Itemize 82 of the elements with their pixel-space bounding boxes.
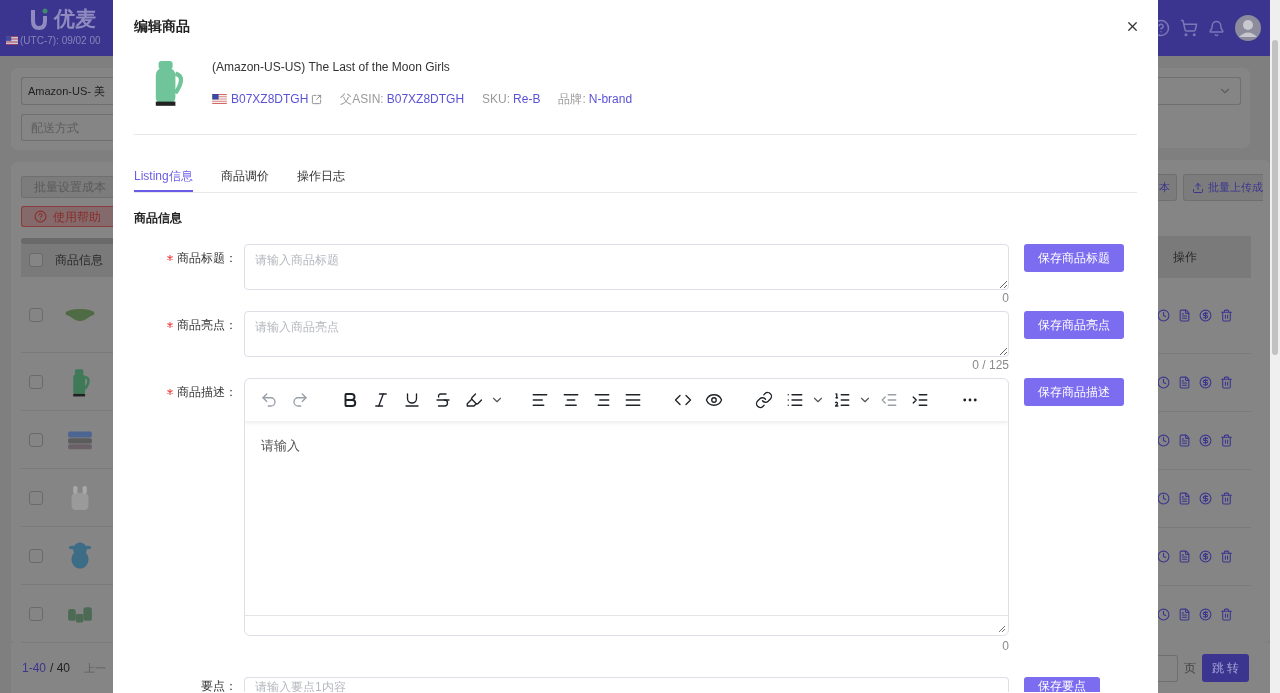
field-label: 商品描述： [177, 384, 237, 401]
jump-button[interactable]: 跳 转 [1202, 654, 1250, 682]
price-icon[interactable] [1199, 376, 1212, 389]
field-label: 要点： [201, 678, 237, 693]
logo-text: 优麦 [54, 6, 96, 32]
upload-icon [1192, 181, 1204, 194]
document-icon[interactable] [1178, 608, 1191, 621]
editor-placeholder[interactable]: 请输入 [261, 438, 300, 453]
character-counter: 0 [1002, 639, 1009, 653]
column-header: 操作 [1173, 249, 1197, 266]
delete-icon[interactable] [1220, 550, 1233, 563]
price-icon[interactable] [1199, 550, 1212, 563]
checkbox[interactable] [29, 253, 43, 268]
cart-icon[interactable] [1180, 19, 1198, 37]
input-field[interactable]: 请输入要点1内容 [244, 677, 1009, 692]
timezone-text: (UTC-7): 09/02 00 [20, 34, 101, 48]
logo-icon [30, 8, 48, 30]
delete-icon[interactable] [1220, 608, 1233, 621]
tab[interactable]: Listing信息 [134, 167, 193, 192]
text-area[interactable]: 请输入商品标题 [244, 244, 1009, 290]
meta-value-link[interactable]: B07XZ8DTGH [386, 90, 465, 108]
save-button[interactable]: 保存商品标题 [1024, 244, 1124, 272]
document-icon[interactable] [1178, 550, 1191, 563]
document-icon[interactable] [1178, 376, 1191, 389]
field-label: 商品标题： [177, 250, 237, 267]
checkbox[interactable] [29, 307, 43, 322]
tab[interactable]: 商品调价 [220, 167, 269, 192]
column-header: 商品信息 [55, 252, 103, 270]
document-icon[interactable] [1178, 492, 1191, 505]
external-link-icon[interactable] [311, 93, 323, 105]
section-title: 商品信息 [134, 210, 183, 227]
meta-label: 品牌: [558, 91, 586, 108]
checkbox[interactable] [29, 548, 43, 563]
history-icon[interactable] [1158, 376, 1170, 389]
document-icon[interactable] [1178, 434, 1191, 447]
history-icon[interactable] [1158, 492, 1170, 505]
checkbox[interactable] [29, 432, 43, 447]
history-icon[interactable] [1158, 309, 1170, 322]
delete-icon[interactable] [1220, 309, 1233, 322]
batch-cost-button[interactable]: 本 [1158, 174, 1177, 201]
delete-icon[interactable] [1220, 492, 1233, 505]
text-area[interactable]: 请输入商品亮点 [244, 311, 1009, 357]
delete-icon[interactable] [1220, 434, 1233, 447]
us-flag-icon [212, 94, 227, 104]
history-icon[interactable] [1158, 434, 1170, 447]
dialog-title: 编辑商品 [134, 16, 190, 36]
character-counter: 0 [1002, 291, 1009, 305]
checkbox[interactable] [29, 374, 43, 389]
delete-icon[interactable] [1220, 376, 1233, 389]
character-counter: 0 / 125 [972, 358, 1009, 372]
checkbox[interactable] [29, 606, 43, 621]
page-range: 1-40 [22, 660, 47, 677]
asin-link[interactable]: B07XZ8DTGH [231, 90, 309, 108]
avatar-icon[interactable] [1235, 15, 1261, 41]
field-label: 商品亮点： [177, 317, 237, 334]
upload-button[interactable]: 批量上传成 [1183, 174, 1263, 201]
tab[interactable]: 操作日志 [296, 167, 345, 192]
save-button[interactable]: 保存要点 [1024, 677, 1100, 692]
meta-value-link[interactable]: N-brand [588, 90, 633, 108]
scrollbar[interactable] [21, 238, 113, 244]
document-icon[interactable] [1178, 309, 1191, 322]
help-icon [34, 210, 47, 224]
resize-handle-icon[interactable] [998, 625, 1006, 633]
notification-icon[interactable] [1208, 19, 1225, 37]
meta-label: 父ASIN: [340, 91, 384, 108]
meta-value-link[interactable]: Re-B [513, 90, 541, 108]
price-icon[interactable] [1199, 309, 1212, 322]
page-unit: 页 [1184, 660, 1196, 677]
price-icon[interactable] [1199, 492, 1212, 505]
product-title: (Amazon-US-US) The Last of the Moon Girls [212, 59, 451, 76]
price-icon[interactable] [1199, 434, 1212, 447]
save-button[interactable]: 保存商品亮点 [1024, 311, 1124, 339]
history-icon[interactable] [1158, 608, 1170, 621]
page-scrollbar[interactable] [1270, 0, 1280, 693]
history-icon[interactable] [1158, 550, 1170, 563]
us-flag-icon [6, 36, 18, 45]
meta-label: SKU: [482, 91, 511, 108]
page-input[interactable] [1158, 654, 1178, 682]
checkbox[interactable] [29, 490, 43, 505]
price-icon[interactable] [1199, 608, 1212, 621]
page-total: / 40 [50, 660, 71, 677]
save-button[interactable]: 保存商品描述 [1024, 378, 1124, 406]
